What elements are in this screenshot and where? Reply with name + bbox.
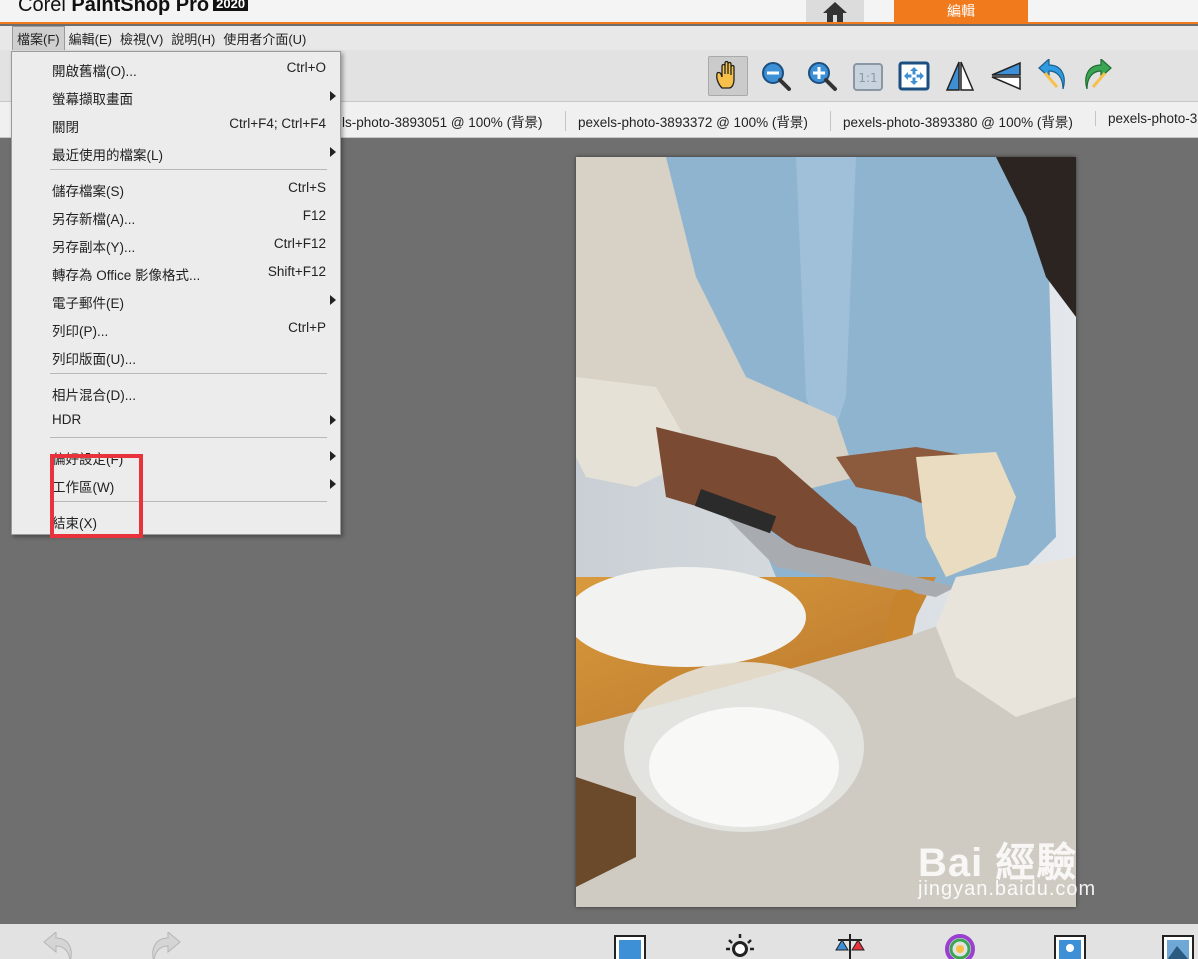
brightness-icon[interactable] bbox=[722, 932, 758, 959]
bottom-bar bbox=[0, 924, 1198, 959]
undo-icon[interactable] bbox=[40, 932, 76, 959]
app-title-prefix: Corel bbox=[18, 0, 72, 16]
fit-window-icon[interactable] bbox=[894, 56, 934, 96]
app-title: Corel PaintShop Pro 2020 bbox=[18, 0, 249, 17]
annotation-highlight-box bbox=[50, 454, 143, 538]
rotate-left-icon[interactable] bbox=[1032, 56, 1072, 96]
menu-item-label: 螢幕擷取畫面 bbox=[52, 92, 133, 107]
menu-item-label: 儲存檔案(S) bbox=[52, 184, 124, 199]
pan-hand-icon[interactable] bbox=[708, 56, 748, 96]
menu-item-shortcut: Ctrl+S bbox=[288, 180, 326, 195]
file-menu-save-as[interactable]: 另存新檔(A)... F12 bbox=[12, 202, 340, 230]
menu-item-label: HDR bbox=[52, 412, 82, 427]
file-menu-photo-blend[interactable]: 相片混合(D)... bbox=[12, 378, 340, 406]
menu-item-shortcut: Shift+F12 bbox=[267, 264, 326, 279]
menu-edit[interactable]: 編輯(E) bbox=[65, 27, 116, 50]
menu-item-label: 相片混合(D)... bbox=[52, 388, 136, 403]
menu-separator bbox=[50, 169, 327, 170]
file-menu-save-copy[interactable]: 另存副本(Y)... Ctrl+F12 bbox=[12, 230, 340, 258]
file-menu-print[interactable]: 列印(P)... Ctrl+P bbox=[12, 314, 340, 342]
flip-icon[interactable] bbox=[940, 56, 980, 96]
menu-item-label: 列印版面(U)... bbox=[52, 352, 136, 367]
file-menu-print-layout[interactable]: 列印版面(U)... bbox=[12, 342, 340, 370]
photo-image[interactable] bbox=[576, 157, 1076, 907]
menu-separator bbox=[50, 373, 327, 374]
submenu-arrow-icon bbox=[330, 451, 336, 461]
submenu-arrow-icon bbox=[330, 91, 336, 101]
submenu-arrow-icon bbox=[330, 147, 336, 157]
menu-item-label: 列印(P)... bbox=[52, 324, 109, 339]
file-menu-recent-files[interactable]: 最近使用的檔案(L) bbox=[12, 138, 340, 166]
menu-item-label: 另存新檔(A)... bbox=[52, 212, 136, 227]
zoom-in-icon[interactable] bbox=[802, 56, 842, 96]
app-title-year: 2020 bbox=[213, 0, 249, 11]
menu-user-interface[interactable]: 使用者介面(U) bbox=[219, 27, 310, 50]
menu-item-shortcut: Ctrl+O bbox=[286, 60, 326, 75]
portrait-adjust-icon[interactable] bbox=[1052, 932, 1088, 959]
mirror-icon[interactable] bbox=[986, 56, 1026, 96]
menu-help[interactable]: 說明(H) bbox=[167, 27, 219, 50]
menu-separator bbox=[50, 437, 327, 438]
app-title-brand: PaintShop Pro bbox=[71, 0, 210, 16]
redo-icon[interactable] bbox=[148, 932, 184, 959]
watermark-url: jingyan.baidu.com bbox=[918, 878, 1097, 900]
smart-photo-fix-icon[interactable] bbox=[612, 932, 648, 959]
color-wheel-icon[interactable] bbox=[942, 932, 978, 959]
menu-item-label: 另存副本(Y)... bbox=[52, 240, 136, 255]
menu-item-label: 開啟舊檔(O)... bbox=[52, 64, 137, 79]
submenu-arrow-icon bbox=[330, 295, 336, 305]
edit-tab[interactable]: 編輯 bbox=[894, 0, 1028, 22]
menu-item-label: 電子郵件(E) bbox=[52, 296, 124, 311]
file-menu-save[interactable]: 儲存檔案(S) Ctrl+S bbox=[12, 174, 340, 202]
file-menu-close[interactable]: 關閉 Ctrl+F4; Ctrl+F4 bbox=[12, 110, 340, 138]
color-balance-icon[interactable] bbox=[832, 932, 868, 959]
menu-item-label: 轉存為 Office 影像格式... bbox=[52, 268, 201, 283]
home-icon bbox=[823, 2, 847, 22]
file-menu-export-office[interactable]: 轉存為 Office 影像格式... Shift+F12 bbox=[12, 258, 340, 286]
menu-view[interactable]: 檢視(V) bbox=[116, 27, 167, 50]
file-menu-screen-capture[interactable]: 螢幕擷取畫面 bbox=[12, 82, 340, 110]
actual-size-icon[interactable]: 1:1 bbox=[848, 56, 888, 96]
rotate-right-icon[interactable] bbox=[1078, 56, 1118, 96]
file-menu-hdr[interactable]: HDR bbox=[12, 406, 340, 434]
submenu-arrow-icon bbox=[330, 415, 336, 425]
menu-item-label: 最近使用的檔案(L) bbox=[52, 148, 163, 163]
file-menu-dropdown: 開啟舊檔(O)... Ctrl+O 螢幕擷取畫面 關閉 Ctrl+F4; Ctr… bbox=[11, 51, 341, 538]
menu-item-shortcut: F12 bbox=[302, 208, 326, 223]
menu-item-shortcut: Ctrl+P bbox=[288, 320, 326, 335]
menu-bar: 檔案(F) 編輯(E) 檢視(V) 說明(H) 使用者介面(U) bbox=[0, 25, 1198, 51]
doc-tab-1[interactable]: ls-photo-3893051 @ 100% (背景) bbox=[330, 111, 543, 131]
menu-item-shortcut: Ctrl+F4; Ctrl+F4 bbox=[229, 116, 326, 131]
menu-file[interactable]: 檔案(F) bbox=[12, 25, 65, 51]
doc-tab-3[interactable]: pexels-photo-3893380 @ 100% (背景) bbox=[830, 111, 1073, 131]
file-menu-email[interactable]: 電子郵件(E) bbox=[12, 286, 340, 314]
doc-tab-4[interactable]: pexels-photo-3 bbox=[1095, 111, 1197, 126]
menu-item-label: 關閉 bbox=[52, 120, 79, 135]
submenu-arrow-icon bbox=[330, 479, 336, 489]
title-bar: Corel PaintShop Pro 2020 編輯 bbox=[0, 0, 1198, 24]
baidu-watermark: Bai 經驗 jingyan.baidu.com bbox=[918, 830, 1138, 930]
home-tab[interactable] bbox=[806, 0, 864, 22]
menu-item-shortcut: Ctrl+F12 bbox=[273, 236, 326, 251]
file-menu-open[interactable]: 開啟舊檔(O)... Ctrl+O bbox=[12, 54, 340, 82]
doc-tab-2[interactable]: pexels-photo-3893372 @ 100% (背景) bbox=[565, 111, 808, 131]
effects-icon[interactable] bbox=[1160, 932, 1196, 959]
svg-text:1:1: 1:1 bbox=[858, 71, 877, 85]
zoom-out-icon[interactable] bbox=[756, 56, 796, 96]
